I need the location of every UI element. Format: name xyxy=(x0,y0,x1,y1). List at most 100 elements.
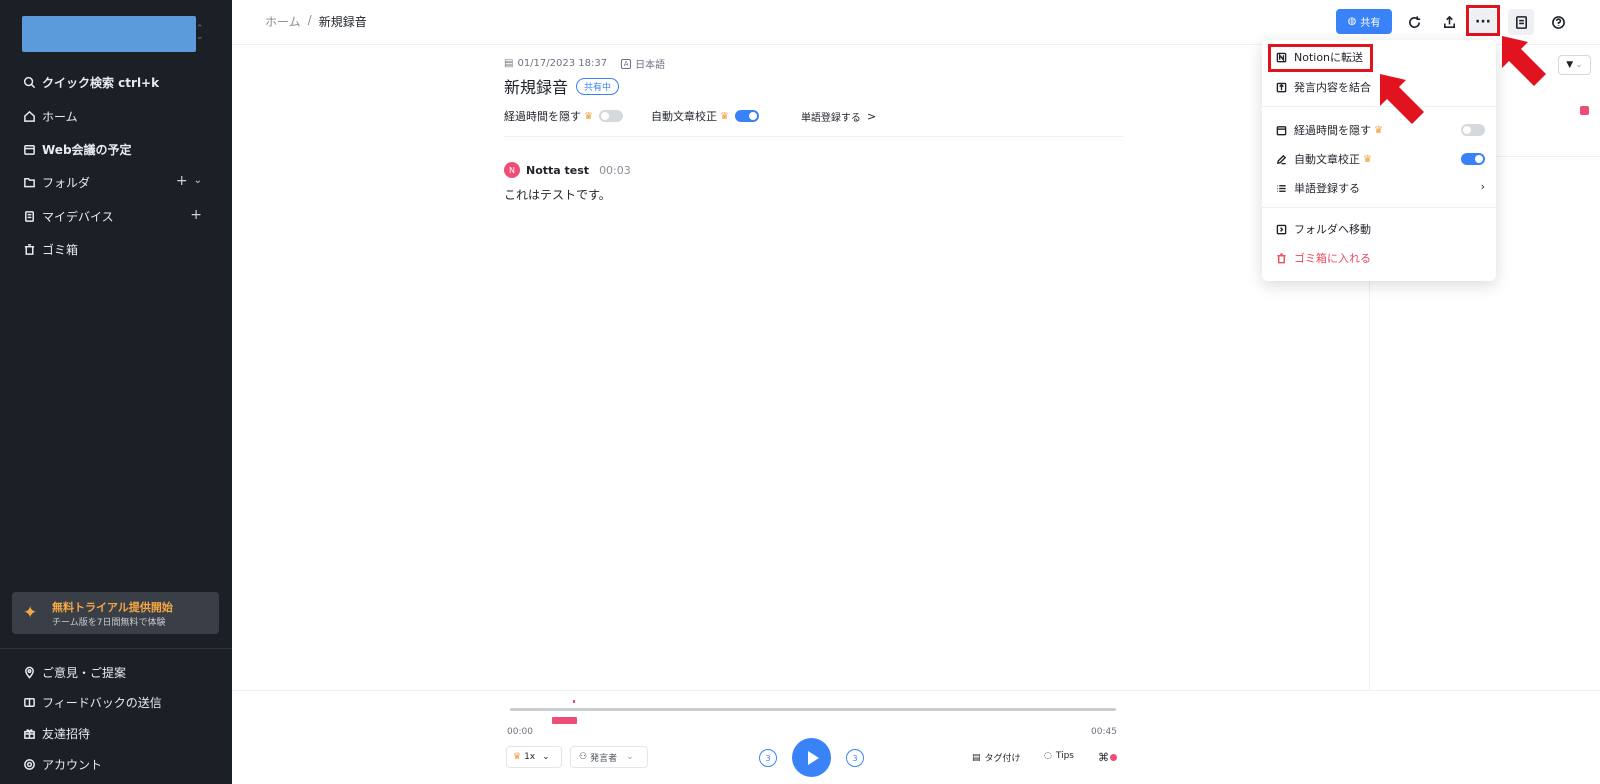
sidebar-item-invite[interactable]: 友達招待 xyxy=(22,722,212,744)
breadcrumb-home[interactable]: ホーム xyxy=(265,13,301,30)
highlight-box-notion xyxy=(1268,44,1373,72)
folder-icon xyxy=(22,175,36,189)
chevron-right-icon[interactable]: > xyxy=(867,110,876,123)
book-icon xyxy=(22,695,36,709)
sidebar-item-account[interactable]: アカウント xyxy=(22,753,212,775)
menu-item-autocorrect[interactable]: 自動文章校正 ♛ xyxy=(1275,149,1485,169)
speed-value: 1x xyxy=(524,752,536,762)
play-button[interactable] xyxy=(792,738,831,777)
filter-button[interactable]: ▼ ⌄ xyxy=(1558,55,1591,75)
chevron-down-icon[interactable]: ⌄ xyxy=(194,175,202,189)
help-icon[interactable] xyxy=(1546,10,1570,34)
sidebar-item-home[interactable]: ホーム xyxy=(22,105,212,127)
crown-icon: ♛ xyxy=(1363,153,1372,165)
add-device-icon[interactable]: + xyxy=(190,207,202,223)
speaker-name[interactable]: Notta test xyxy=(526,164,589,177)
move-folder-icon xyxy=(1275,223,1287,235)
skip-back-button[interactable]: 3 xyxy=(759,749,777,767)
calendar-clock-icon xyxy=(1275,124,1287,136)
sidebar-item-label: ゴミ箱 xyxy=(42,242,79,257)
notes-icon[interactable] xyxy=(1508,9,1534,35)
sidebar-item-feedback[interactable]: フィードバックの送信 xyxy=(22,691,212,713)
record-meta: ▤ 01/17/2023 18:37 A 日本語 xyxy=(504,56,665,71)
breadcrumb-current: 新規録音 xyxy=(318,15,367,29)
tips-label: Tips xyxy=(1055,751,1074,761)
sidebar-item-suggestions[interactable]: ご意見・ご提案 xyxy=(22,661,212,683)
avatar[interactable]: N xyxy=(504,162,520,178)
record-title[interactable]: 新規録音 xyxy=(504,74,568,98)
vocab-link[interactable]: 単語登録する xyxy=(801,109,861,124)
menu-item-trash[interactable]: ゴミ箱に入れる xyxy=(1275,248,1485,268)
chevron-right-icon: › xyxy=(1480,180,1485,193)
hide-time-toggle[interactable] xyxy=(598,110,623,122)
export-icon[interactable] xyxy=(1437,10,1461,34)
sparkle-icon: ✦ xyxy=(23,603,38,623)
sidebar-item-quick-search[interactable]: クイック検索 ctrl+k xyxy=(22,71,212,93)
trial-subtitle: チーム版を7日間無料で体験 xyxy=(52,618,166,628)
sidebar-item-folder[interactable]: フォルダ + ⌄ xyxy=(22,171,212,193)
progress-track[interactable] xyxy=(510,708,1116,711)
tag-label: タグ付け xyxy=(984,754,1021,764)
gift-icon xyxy=(22,726,36,740)
crown-icon: ♛ xyxy=(584,110,593,122)
chevron-down-icon: ⌄ xyxy=(542,752,550,762)
speaker-segment[interactable] xyxy=(552,717,577,724)
tag-icon: ▤ xyxy=(972,752,981,763)
autocorrect-toggle[interactable] xyxy=(734,110,759,122)
sidebar-item-label: ホーム xyxy=(42,109,78,124)
highlight-box-more xyxy=(1466,5,1500,36)
menu-item-move-folder[interactable]: フォルダへ移動 xyxy=(1275,219,1485,239)
status-badge: 共有中 xyxy=(576,77,620,95)
location-pin-icon xyxy=(22,665,36,679)
workspace-switcher[interactable] xyxy=(22,16,196,52)
sidebar-item-label: フォルダ xyxy=(42,175,91,190)
add-folder-icon[interactable]: + xyxy=(176,173,188,189)
sidebar-item-meetings[interactable]: Web会議の予定 xyxy=(22,138,212,160)
speaker-time[interactable]: 00:03 xyxy=(599,164,631,177)
trial-banner[interactable]: ✦ 無料トライアル提供開始 チーム版を7日間無料で体験 xyxy=(12,592,219,634)
sidebar-item-trash[interactable]: ゴミ箱 xyxy=(22,238,212,260)
menu-autocorrect-toggle[interactable] xyxy=(1461,153,1485,165)
record-date: 01/17/2023 18:37 xyxy=(517,58,608,69)
sidebar-item-label: ご意見・ご提案 xyxy=(42,665,127,680)
skip-forward-button[interactable]: 3 xyxy=(846,749,864,767)
skip-forward-value: 3 xyxy=(852,753,858,763)
sidebar: ⌃ ⌄ クイック検索 ctrl+k ホーム Web会議の予定 フォルダ + ⌄ マイ… xyxy=(0,0,232,784)
sync-icon[interactable] xyxy=(1402,10,1426,34)
record-language[interactable]: 日本語 xyxy=(635,56,665,71)
tag-button[interactable]: ▤ タグ付け xyxy=(972,751,1021,765)
settings-icon xyxy=(22,757,36,771)
toggle-dot-icon xyxy=(1110,754,1117,761)
menu-item-vocab[interactable]: 単語登録する › xyxy=(1275,178,1485,198)
option-autocorrect-label: 自動文章校正 xyxy=(650,110,717,123)
chevron-updown-icon[interactable]: ⌃ ⌄ xyxy=(196,25,204,42)
menu-item-label: 発言内容を結合 xyxy=(1294,81,1371,94)
merge-icon xyxy=(1275,81,1287,93)
record-options: 経過時間を隠す ♛ 自動文章校正 ♛ 単語登録する > xyxy=(504,108,876,124)
speed-select[interactable]: ♛ 1x ⌄ xyxy=(506,746,562,768)
device-icon xyxy=(22,209,36,223)
progress-marker xyxy=(573,700,575,703)
chevron-down-icon: ⌄ xyxy=(626,752,634,762)
menu-item-label: 自動文章校正 xyxy=(1294,153,1360,166)
menu-hide-time-toggle[interactable] xyxy=(1461,124,1485,136)
skip-back-value: 3 xyxy=(765,753,771,763)
menu-item-label: フォルダへ移動 xyxy=(1294,223,1371,236)
sidebar-item-label: クイック検索 ctrl+k xyxy=(42,75,160,90)
sidebar-item-label: マイデバイス xyxy=(42,209,114,224)
bulb-icon: ◌ xyxy=(1044,751,1052,761)
user-icon: ⚇ xyxy=(579,752,588,762)
sidebar-item-devices[interactable]: マイデバイス + xyxy=(22,205,212,227)
transcript-text[interactable]: これはテストです。 xyxy=(504,186,611,203)
speaker-select[interactable]: ⚇ 発言者 ⌄ xyxy=(570,746,648,768)
calendar-icon xyxy=(22,142,36,156)
sidebar-item-label: 友達招待 xyxy=(42,726,91,741)
trial-title: 無料トライアル提供開始 xyxy=(52,601,173,614)
tips-button[interactable]: ◌ Tips xyxy=(1044,751,1074,761)
shortcut-button[interactable]: ⌘ xyxy=(1098,751,1117,764)
chevron-down-icon: ⌄ xyxy=(1575,60,1583,70)
pointer-arrow-more xyxy=(1502,36,1546,86)
command-icon: ⌘ xyxy=(1098,751,1109,764)
sidebar-divider xyxy=(0,648,232,649)
share-button[interactable]: ◍ 共有 xyxy=(1336,9,1392,34)
